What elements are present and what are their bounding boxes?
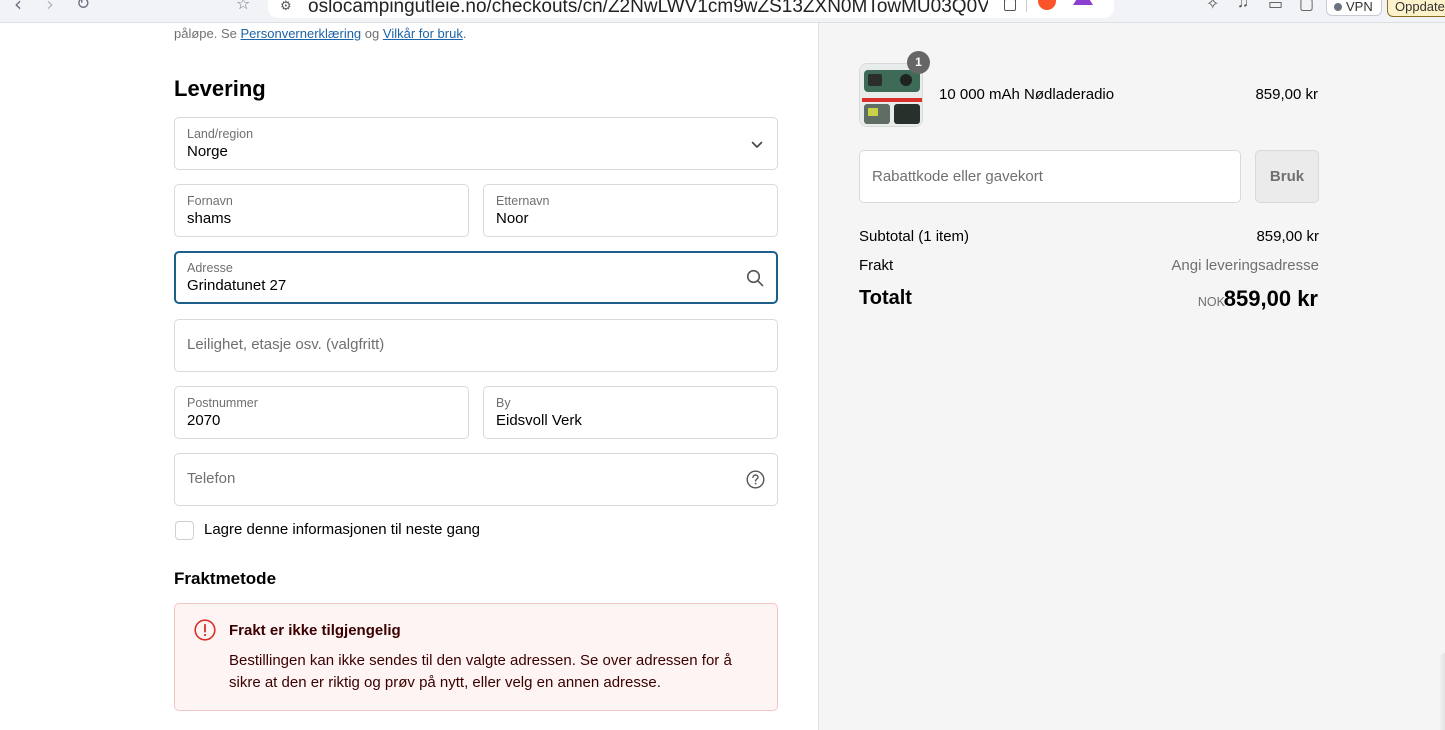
shipping-label: Frakt (859, 257, 894, 274)
brave-shields-icon[interactable] (1038, 0, 1056, 10)
currency-code: NOK (1197, 295, 1225, 309)
last-name-label: Etternavn (496, 194, 550, 208)
legal-suffix: . (462, 26, 467, 41)
postal-code-value: 2070 (187, 412, 221, 429)
reload-icon[interactable]: ↻ (76, 0, 90, 14)
terms-link[interactable]: Vilkår for bruk (383, 26, 463, 41)
apartment-placeholder: Leilighet, etasje osv. (valgfritt) (187, 336, 385, 353)
alert-body: Bestillingen kan ikke sendes til den val… (229, 652, 732, 691)
city-label: By (496, 396, 511, 410)
delivery-title: Levering (174, 76, 266, 101)
update-button[interactable]: Oppdate (1387, 0, 1445, 17)
vpn-status-icon (1334, 3, 1342, 11)
separator (1026, 0, 1027, 12)
shipping-value: Angi leveringsadresse (1171, 257, 1319, 274)
vpn-label: VPN (1346, 0, 1373, 14)
discount-placeholder: Rabattkode eller gavekort (872, 168, 1043, 185)
wallet-icon[interactable]: ▢ (1299, 0, 1314, 14)
last-name-value: Noor (496, 210, 529, 227)
city-field[interactable]: By Eidsvoll Verk (483, 386, 778, 439)
update-label: Oppdate (1395, 0, 1445, 14)
legal-prefix: påløpe. Se (174, 26, 237, 41)
alert-title: Frakt er ikke tilgjengelig (229, 622, 401, 639)
order-summary: 1 10 000 mAh Nødladeradio 859,00 kr Raba… (818, 23, 1445, 730)
url-text[interactable]: oslocampingutleie.no/checkouts/cn/Z2NwLW… (308, 0, 988, 18)
privacy-policy-link[interactable]: Personvernerklæring (241, 26, 362, 41)
browser-toolbar: ‹ › ↻ ☆ ⚙ oslocampingutleie.no/checkouts… (0, 0, 1445, 23)
country-value: Norge (187, 143, 228, 160)
quantity-badge: 1 (907, 51, 930, 74)
subtotal-label: Subtotal (1 item) (859, 228, 970, 245)
address-value: Grindatunet 27 (187, 277, 287, 294)
product-name: 10 000 mAh Nødladeradio (939, 86, 1115, 103)
vpn-button[interactable]: VPN (1326, 0, 1382, 16)
phone-placeholder: Telefon (187, 470, 236, 487)
shipping-method-title: Fraktmetode (174, 569, 277, 588)
country-label: Land/region (187, 127, 254, 141)
extensions-icon[interactable]: ✧ (1206, 0, 1219, 14)
back-icon[interactable]: ‹ (14, 0, 22, 16)
country-select[interactable]: Land/region Norge (174, 117, 778, 170)
shipping-row: Frakt Angi leveringsadresse (859, 257, 1319, 274)
scroll-edge-shadow (1439, 653, 1445, 730)
brave-rewards-icon[interactable] (1073, 0, 1093, 5)
address-field[interactable]: Adresse Grindatunet 27 (174, 251, 778, 304)
subtotal-row: Subtotal (1 item) 859,00 kr (859, 228, 1319, 245)
legal-notice: påløpe. Se Personvernerklæring og Vilkår… (174, 26, 466, 41)
chevron-down-icon (751, 136, 763, 154)
sidebar-icon[interactable]: ▭ (1268, 0, 1283, 14)
address-label: Adresse (187, 261, 233, 275)
shipping-error-alert: Frakt er ikke tilgjengelig Bestillingen … (174, 603, 778, 711)
media-icon[interactable]: ♫ (1237, 0, 1249, 12)
apply-discount-button[interactable]: Bruk (1255, 150, 1319, 203)
save-info-checkbox[interactable] (175, 521, 194, 540)
search-icon (746, 269, 764, 292)
postal-code-label: Postnummer (187, 396, 258, 410)
forward-icon[interactable]: › (46, 0, 54, 16)
first-name-value: shams (187, 210, 232, 227)
address-bar[interactable]: ⚙ oslocampingutleie.no/checkouts/cn/Z2Nw… (268, 0, 1114, 18)
total-value: 859,00 kr (1223, 286, 1318, 311)
first-name-label: Fornavn (187, 194, 233, 208)
city-value: Eidsvoll Verk (496, 412, 582, 429)
bookmark-icon[interactable]: ☆ (236, 0, 250, 14)
last-name-field[interactable]: Etternavn Noor (483, 184, 778, 237)
first-name-field[interactable]: Fornavn shams (174, 184, 469, 237)
phone-field[interactable]: Telefon (174, 453, 778, 506)
apartment-field[interactable]: Leilighet, etasje osv. (valgfritt) (174, 319, 778, 372)
discount-code-input[interactable]: Rabattkode eller gavekort (859, 150, 1241, 203)
legal-conjunction: og (364, 26, 380, 41)
product-price: 859,00 kr (1255, 86, 1318, 103)
postal-code-field[interactable]: Postnummer 2070 (174, 386, 469, 439)
error-icon (194, 619, 216, 641)
site-settings-icon[interactable]: ⚙ (280, 0, 292, 14)
checkout-main: påløpe. Se Personvernerklæring og Vilkår… (0, 23, 818, 730)
share-icon[interactable] (1004, 0, 1016, 11)
help-icon[interactable] (746, 470, 765, 494)
save-info-label[interactable]: Lagre denne informasjonen til neste gang (204, 521, 480, 538)
total-label: Totalt (859, 287, 912, 309)
subtotal-value: 859,00 kr (1256, 228, 1319, 245)
